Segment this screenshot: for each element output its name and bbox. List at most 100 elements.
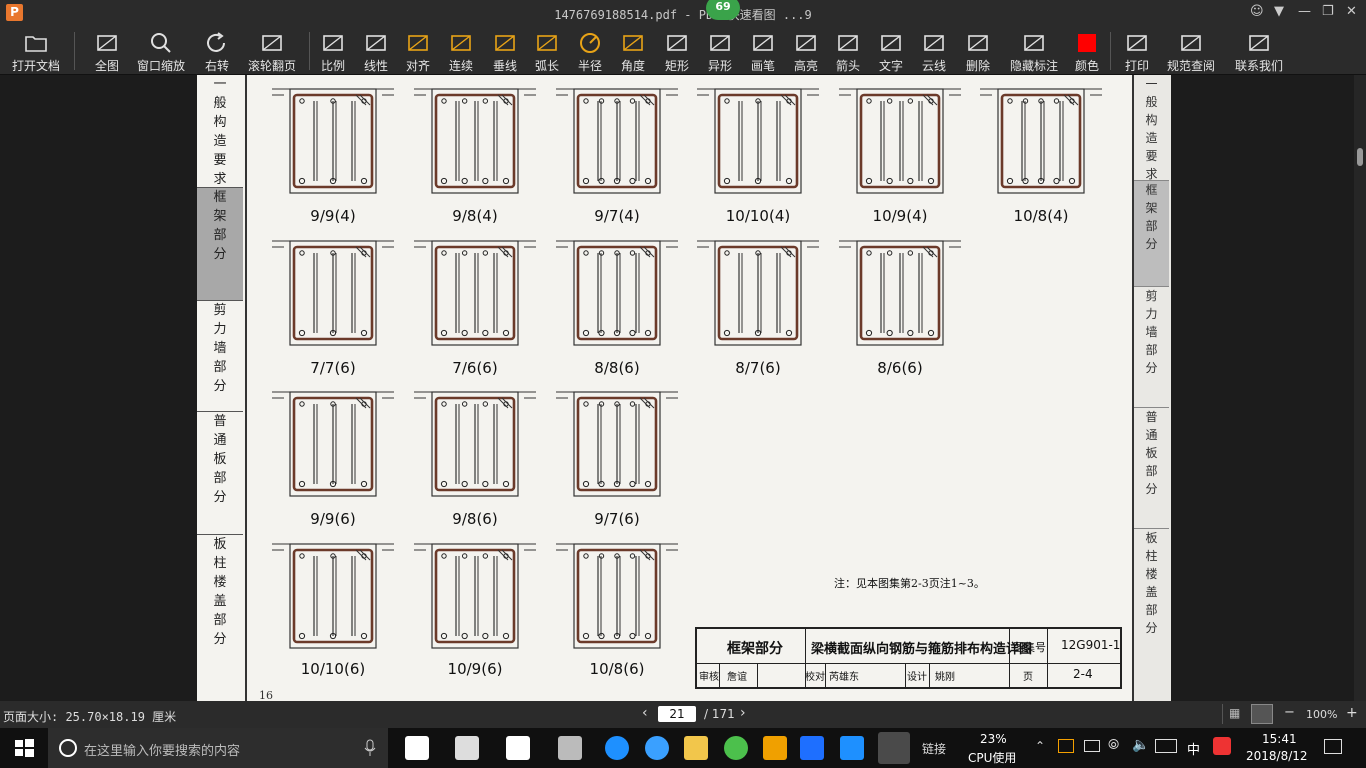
microphone-icon[interactable] xyxy=(364,739,376,757)
toolbar-rotate-right-button[interactable]: 右转 xyxy=(199,26,235,74)
taskbar-search[interactable]: 在这里输入你要搜索的内容 xyxy=(48,728,388,768)
qq-app-icon[interactable] xyxy=(840,736,864,760)
toolbar-radius-button[interactable]: 半径 xyxy=(572,26,608,74)
toolbar-perpendicular-button[interactable]: 垂线 xyxy=(487,26,523,74)
cloud-line-icon xyxy=(924,35,944,51)
vertical-scrollbar[interactable] xyxy=(1354,75,1366,701)
pdf-viewer-icon[interactable] xyxy=(878,732,910,764)
right-section-tabs: 一般构造要求 框架部分 剪力墙部分 普通板部分 板柱楼盖部分 xyxy=(1132,75,1171,701)
close-icon[interactable]: ✕ xyxy=(1346,4,1357,19)
title-block: 框架部分 梁横截面纵向钢筋与箍筋排布构造详图 图集号 12G901-1 审核 詹… xyxy=(695,627,1122,689)
perpendicular-icon xyxy=(495,35,515,51)
action-center-icon[interactable] xyxy=(1324,739,1342,754)
toolbar-folder-button[interactable]: 打开文档 xyxy=(12,26,60,74)
beam-section-diagram xyxy=(414,240,536,346)
volume-icon[interactable]: 🔈 xyxy=(1132,737,1149,753)
toolbar-contact-button[interactable]: 联系我们 xyxy=(1235,26,1283,74)
toolbar-scale-ruler-button[interactable]: 比例 xyxy=(315,26,351,74)
tray-app-icon[interactable] xyxy=(1058,739,1074,753)
scrollbar-thumb[interactable] xyxy=(1357,148,1363,166)
toolbar-hide-annotation-button[interactable]: 隐藏标注 xyxy=(1010,26,1058,74)
sogou-browser-icon[interactable] xyxy=(800,736,824,760)
edge-icon[interactable] xyxy=(605,736,629,760)
toolbar-printer-button[interactable]: 打印 xyxy=(1119,26,1155,74)
zoom-level[interactable]: 100% xyxy=(1306,708,1337,721)
minimize-icon[interactable]: — xyxy=(1298,4,1311,19)
fan-app-icon[interactable] xyxy=(455,736,479,760)
section-caption: 10/8(4) xyxy=(1013,207,1069,225)
page-label: 页 xyxy=(1023,672,1033,683)
restore-icon[interactable]: ❐ xyxy=(1322,4,1334,19)
left-tab-shear-wall: 剪力墙部分 xyxy=(197,301,243,412)
title-bar: P 1476769188514.pdf - PDF 快速看图 ...9 69 ☺… xyxy=(0,0,1366,26)
toolbar-aligned-measure-button[interactable]: 对齐 xyxy=(400,26,436,74)
zoom-in-icon[interactable]: + xyxy=(1346,705,1358,721)
highlighter-icon xyxy=(796,35,816,51)
toolbar-label: 窗口缩放 xyxy=(136,59,185,73)
toolbar-highlighter-button[interactable]: 高亮 xyxy=(788,26,824,74)
toolbar-linear-measure-button[interactable]: 线性 xyxy=(358,26,394,74)
toolbar-color-swatch-button[interactable]: 颜色 xyxy=(1069,26,1105,74)
toolbar-polygon-area-button[interactable]: 异形 xyxy=(702,26,738,74)
right-tab-general: 一般构造要求 xyxy=(1134,75,1169,181)
toolbar-angle-button[interactable]: 角度 xyxy=(615,26,651,74)
right-tab-label: 一般构造要求 xyxy=(1145,77,1158,181)
notification-badge[interactable]: 69 xyxy=(706,0,740,20)
link-label[interactable]: 链接 xyxy=(922,740,946,757)
toolbar-eraser-button[interactable]: 删除 xyxy=(960,26,996,74)
next-page-icon[interactable]: › xyxy=(740,705,746,721)
clock-date[interactable]: 2018/8/12 xyxy=(1246,749,1308,763)
beam-section-diagram xyxy=(556,391,678,497)
toolbar-mouse-wheel-button[interactable]: 滚轮翻页 xyxy=(248,26,296,74)
section-caption: 9/8(6) xyxy=(452,510,498,528)
sogou-input-icon[interactable] xyxy=(1213,737,1231,755)
left-tab-general: 一般构造要求 xyxy=(197,75,243,188)
toolbar-pen-button[interactable]: 画笔 xyxy=(745,26,781,74)
menu-dropdown-icon[interactable]: ▼ xyxy=(1274,4,1284,19)
task-view-icon[interactable] xyxy=(405,736,429,760)
chrome-like-icon[interactable] xyxy=(558,736,582,760)
toolbar-arrow-button[interactable]: 箭头 xyxy=(830,26,866,74)
windows-start-icon[interactable] xyxy=(12,736,36,760)
toolbar-text-button[interactable]: 文字 xyxy=(873,26,909,74)
ime-indicator[interactable]: 中 xyxy=(1187,739,1200,758)
tray-expand-icon[interactable]: ⌃ xyxy=(1035,739,1045,753)
toolbar-book-search-button[interactable]: 规范查阅 xyxy=(1167,26,1215,74)
file-explorer-icon[interactable] xyxy=(684,736,708,760)
toolbar-cloud-line-button[interactable]: 云线 xyxy=(916,26,952,74)
windows-taskbar: 在这里输入你要搜索的内容 链接 23% CPU使用 ⌃ ⦾ 🔈 中 15:41 … xyxy=(0,728,1366,768)
toolbar-fit-all-button[interactable]: 全图 xyxy=(89,26,125,74)
battery-icon[interactable] xyxy=(1084,740,1100,752)
section-caption: 10/10(6) xyxy=(300,660,366,678)
section-caption: 9/9(4) xyxy=(310,207,356,225)
section-caption: 10/8(6) xyxy=(589,660,645,678)
design-label: 设计 xyxy=(907,672,927,683)
search-placeholder: 在这里输入你要搜索的内容 xyxy=(84,744,241,759)
toolbar-label: 打印 xyxy=(1124,59,1149,73)
eraser-icon xyxy=(968,35,988,51)
printer-icon xyxy=(1127,35,1147,51)
beam-section-diagram xyxy=(556,240,678,346)
toolbar-rectangle-area-button[interactable]: 矩形 xyxy=(659,26,695,74)
wifi-icon[interactable]: ⦾ xyxy=(1108,737,1119,753)
zoom-out-icon[interactable]: − xyxy=(1284,705,1295,720)
single-page-icon[interactable] xyxy=(1251,704,1273,724)
cpu-percent: 23% xyxy=(980,732,1007,746)
page-number-input[interactable]: 21 xyxy=(658,706,696,722)
right-tab-frame: 框架部分 xyxy=(1134,181,1169,287)
toolbar-zoom-window-button[interactable]: 窗口缩放 xyxy=(137,26,185,74)
toolbar-continuous-measure-button[interactable]: 连续 xyxy=(443,26,479,74)
left-tab-slab: 普通板部分 xyxy=(197,412,243,535)
360-browser-icon[interactable] xyxy=(724,736,748,760)
ie-icon[interactable] xyxy=(645,736,669,760)
keyboard-icon[interactable] xyxy=(1155,739,1177,753)
notes-icon[interactable] xyxy=(763,736,787,760)
prev-page-icon[interactable]: ‹ xyxy=(642,705,648,721)
beam-section-diagram xyxy=(272,240,394,346)
clock-time[interactable]: 15:41 xyxy=(1262,732,1297,746)
ie-legacy-icon[interactable] xyxy=(506,736,530,760)
dual-page-icon[interactable]: ▦ xyxy=(1229,706,1240,720)
user-icon[interactable]: ☺ xyxy=(1250,4,1264,19)
arc-length-icon xyxy=(537,35,557,51)
toolbar-arc-length-button[interactable]: 弧长 xyxy=(529,26,565,74)
